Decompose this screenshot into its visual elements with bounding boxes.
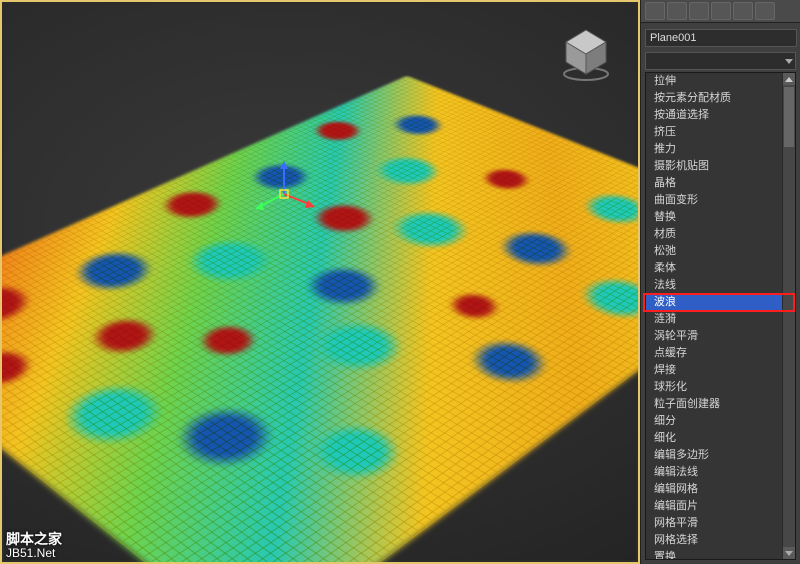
modifier-item[interactable]: 编辑网格 (646, 481, 783, 498)
modifier-item[interactable]: 球形化 (646, 379, 783, 396)
chevron-down-icon (785, 551, 793, 556)
modifier-item[interactable]: 点缓存 (646, 345, 783, 362)
modifier-item[interactable]: 拉伸 (646, 73, 783, 90)
viewport-3d[interactable] (4, 4, 636, 560)
modifier-item[interactable]: 编辑多边形 (646, 447, 783, 464)
modifier-item[interactable]: 编辑法线 (646, 464, 783, 481)
chevron-down-icon (785, 59, 793, 64)
modifier-item[interactable]: 置换 (646, 549, 783, 559)
scroll-down-button[interactable] (783, 547, 795, 559)
tab-hierarchy-icon[interactable] (689, 2, 709, 20)
modifier-item[interactable]: 细化 (646, 430, 783, 447)
modifier-list: 拉伸按元素分配材质按通道选择挤压推力摄影机贴图晶格曲面变形替换材质松弛柔体法线波… (645, 72, 796, 560)
modifier-item[interactable]: 晶格 (646, 175, 783, 192)
heightmap-plane[interactable] (0, 76, 640, 564)
modifier-item[interactable]: 法线 (646, 277, 783, 294)
modifier-list-dropdown[interactable] (645, 52, 796, 70)
scroll-up-button[interactable] (783, 73, 795, 85)
watermark-url: JB51.Net (6, 546, 62, 560)
modifier-item[interactable]: 波浪 (646, 294, 783, 311)
tab-motion-icon[interactable] (711, 2, 731, 20)
modifier-item[interactable]: 粒子面创建器 (646, 396, 783, 413)
modifier-list-items[interactable]: 拉伸按元素分配材质按通道选择挤压推力摄影机贴图晶格曲面变形替换材质松弛柔体法线波… (646, 73, 783, 559)
modifier-item[interactable]: 焊接 (646, 362, 783, 379)
modifier-item[interactable]: 松弛 (646, 243, 783, 260)
scrollbar[interactable] (782, 73, 795, 559)
tab-display-icon[interactable] (733, 2, 753, 20)
watermark: 脚本之家 JB51.Net (6, 532, 62, 560)
tab-utilities-icon[interactable] (755, 2, 775, 20)
modifier-item[interactable]: 挤压 (646, 124, 783, 141)
scroll-thumb[interactable] (784, 87, 794, 147)
modifier-item[interactable]: 摄影机贴图 (646, 158, 783, 175)
watermark-cn: 脚本之家 (6, 532, 62, 546)
modifier-item[interactable]: 材质 (646, 226, 783, 243)
object-name-input[interactable] (645, 29, 797, 47)
modifier-item[interactable]: 柔体 (646, 260, 783, 277)
modifier-item[interactable]: 网格平滑 (646, 515, 783, 532)
viewport-frame (0, 0, 640, 564)
command-panel-tabs (641, 0, 800, 23)
chevron-up-icon (785, 77, 793, 82)
modifier-item[interactable]: 曲面变形 (646, 192, 783, 209)
modifier-item[interactable]: 细分 (646, 413, 783, 430)
modifier-item[interactable]: 推力 (646, 141, 783, 158)
modifier-item[interactable]: 编辑面片 (646, 498, 783, 515)
command-panel: 拉伸按元素分配材质按通道选择挤压推力摄影机贴图晶格曲面变形替换材质松弛柔体法线波… (640, 0, 800, 564)
modifier-item[interactable]: 按元素分配材质 (646, 90, 783, 107)
modifier-item[interactable]: 替换 (646, 209, 783, 226)
modifier-item[interactable]: 涡轮平滑 (646, 328, 783, 345)
modifier-item[interactable]: 网格选择 (646, 532, 783, 549)
modifier-item[interactable]: 涟漪 (646, 311, 783, 328)
modifier-item[interactable]: 按通道选择 (646, 107, 783, 124)
viewcube[interactable] (554, 22, 618, 86)
tab-modify-icon[interactable] (667, 2, 687, 20)
tab-create-icon[interactable] (645, 2, 665, 20)
